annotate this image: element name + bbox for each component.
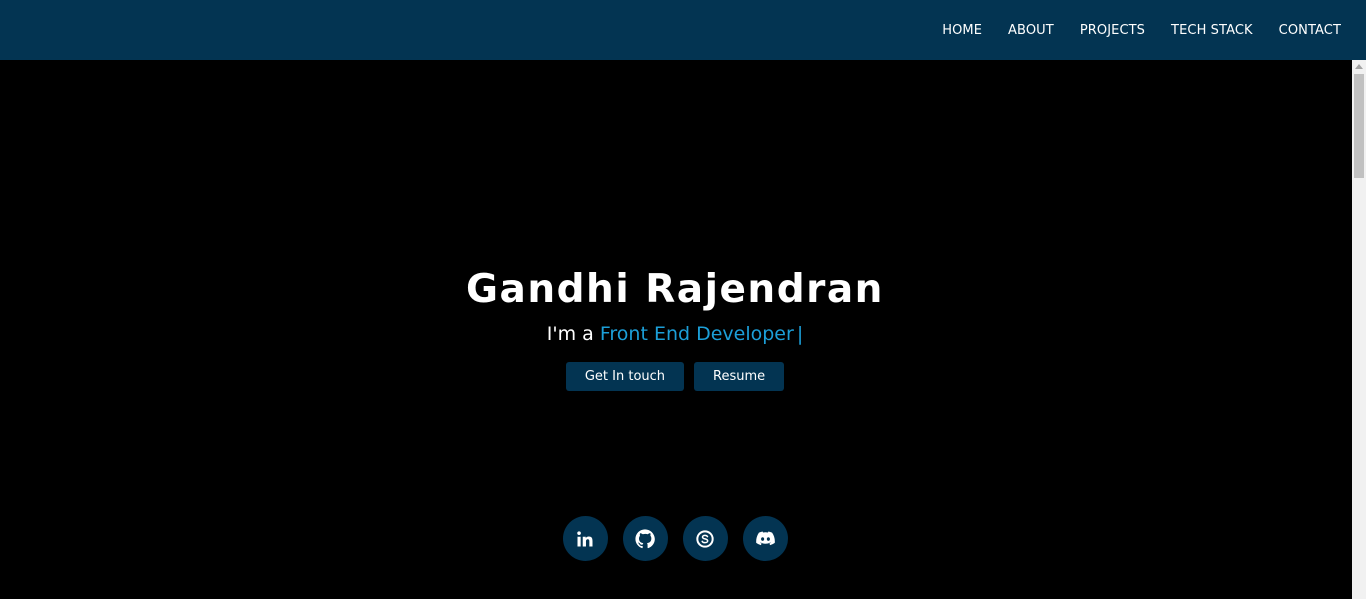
- nav-home-link[interactable]: HOME: [942, 23, 982, 38]
- hero-subtitle: I'm a Front End Developer |: [0, 319, 1350, 349]
- vertical-scrollbar[interactable]: [1352, 60, 1366, 599]
- nav-projects-link[interactable]: PROJECTS: [1080, 23, 1145, 38]
- typing-cursor: |: [796, 323, 804, 345]
- top-navbar: HOME ABOUT PROJECTS TECH STACK CONTACT: [0, 0, 1366, 60]
- hero-intro-text: I'm a: [546, 323, 594, 345]
- resume-button[interactable]: Resume: [694, 362, 785, 391]
- hero-buttons: Get In touch Resume: [0, 362, 1350, 391]
- github-link[interactable]: [622, 516, 668, 561]
- linkedin-icon: [576, 530, 594, 548]
- github-icon: [635, 528, 655, 549]
- hero-role-text: Front End Developer: [599, 323, 794, 345]
- nav-about-link[interactable]: ABOUT: [1008, 23, 1054, 38]
- hero-section: Gandhi Rajendran I'm a Front End Develop…: [0, 60, 1352, 599]
- discord-link[interactable]: [742, 516, 788, 561]
- discord-icon: [755, 528, 776, 549]
- nav-tech-stack-link[interactable]: TECH STACK: [1171, 23, 1253, 38]
- linkedin-link[interactable]: [562, 516, 608, 561]
- nav-links: HOME ABOUT PROJECTS TECH STACK CONTACT: [916, 0, 1341, 60]
- skype-link[interactable]: [682, 516, 728, 561]
- hero-name: Gandhi Rajendran: [466, 267, 884, 312]
- scroll-up-arrow-icon[interactable]: [1355, 64, 1363, 69]
- scrollbar-thumb[interactable]: [1354, 74, 1364, 178]
- get-in-touch-button[interactable]: Get In touch: [565, 362, 685, 391]
- skype-icon: [695, 529, 715, 549]
- social-links: [0, 516, 1350, 561]
- nav-contact-link[interactable]: CONTACT: [1279, 23, 1341, 38]
